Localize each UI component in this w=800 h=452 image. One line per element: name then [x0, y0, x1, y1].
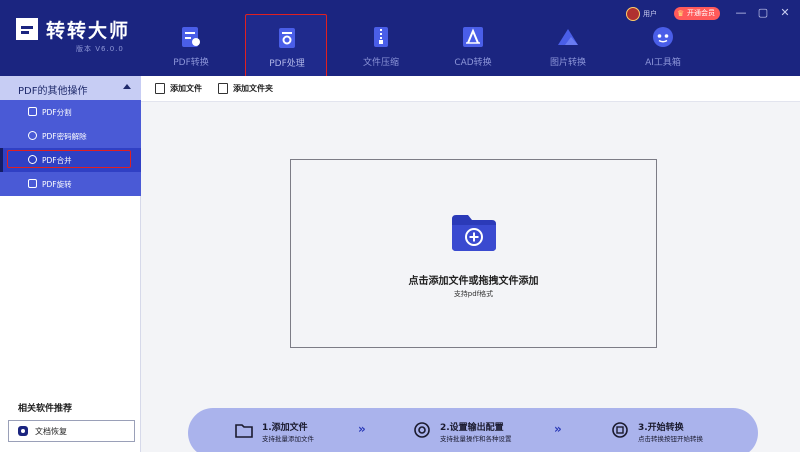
image-icon: [558, 29, 578, 45]
sidebar-section-label: PDF的其他操作: [18, 86, 88, 97]
user-name[interactable]: 用户: [643, 9, 657, 19]
sidebar-item-pdf-split[interactable]: PDF分割: [0, 100, 141, 124]
sidebar-item-pdf-rotate[interactable]: PDF旋转: [0, 172, 141, 196]
step-title: 2.设置输出配置: [440, 423, 504, 433]
chevron-double-right-icon: »: [554, 422, 562, 436]
sidebar-active-indicator: [0, 148, 3, 172]
add-file-label: 添加文件: [170, 84, 202, 93]
vip-badge[interactable]: 开通会员: [674, 7, 720, 20]
sidebar-item-label: PDF旋转: [42, 180, 72, 189]
sidebar-item-label: PDF密码解除: [42, 132, 87, 141]
close-button[interactable]: ✕: [777, 6, 793, 19]
folder-icon: [235, 424, 253, 438]
nav-label: CAD转换: [454, 58, 492, 68]
toolbar: 添加文件 添加文件夹: [141, 76, 800, 102]
nav-item-image-convert[interactable]: 图片转换: [527, 14, 609, 78]
related-software-title: 相关软件推荐: [18, 404, 73, 414]
cad-icon: [463, 27, 483, 47]
recovery-icon: [18, 426, 28, 436]
sidebar-list: PDF分割 PDF密码解除 PDF合并 PDF旋转: [0, 100, 141, 196]
nav-item-cad-convert[interactable]: CAD转换: [432, 14, 514, 78]
user-avatar[interactable]: [626, 7, 640, 21]
nav-label: AI工具箱: [645, 58, 681, 68]
nav-label: PDF处理: [269, 59, 305, 69]
sidebar-item-label: PDF分割: [42, 108, 72, 117]
nav-item-pdf-convert[interactable]: PDF转换: [150, 14, 232, 78]
convert-icon: [612, 422, 628, 438]
nav-item-file-compress[interactable]: 文件压缩: [340, 14, 422, 78]
ai-robot-icon: [653, 27, 673, 47]
step-desc: 支持批量操作和各种设置: [440, 435, 512, 443]
nav-label: 图片转换: [549, 58, 586, 68]
nav-label: PDF转换: [173, 58, 209, 68]
steps-bar: 1.添加文件 支持批量添加文件 » 2.设置输出配置 支持批量操作和各种设置 »…: [188, 408, 758, 452]
add-file-icon: [155, 83, 165, 94]
split-icon: [28, 107, 37, 116]
add-folder-label: 添加文件夹: [233, 84, 273, 93]
unlock-icon: [28, 131, 37, 140]
file-zip-icon: [374, 27, 388, 47]
app-header: 转转大师 版本 V6.0.0 PDF转换 PDF处理 文件压缩 CAD转换 图片…: [0, 0, 800, 78]
merge-icon: [28, 155, 37, 164]
chevron-up-icon: [123, 84, 131, 89]
folder-add-icon: [452, 215, 496, 251]
sidebar-item-label: PDF合并: [42, 156, 72, 165]
file-dropzone[interactable]: 点击添加文件或拖拽文件添加 支持pdf格式: [290, 159, 657, 348]
dropzone-main-text: 点击添加文件或拖拽文件添加: [408, 276, 539, 287]
step-desc: 点击转换按钮开始转换: [638, 435, 703, 443]
nav-item-pdf-process[interactable]: PDF处理: [245, 14, 327, 78]
chevron-double-right-icon: »: [358, 422, 366, 436]
add-folder-icon: [218, 83, 228, 94]
pdf-process-icon: [279, 28, 295, 48]
sidebar-section-header[interactable]: PDF的其他操作: [0, 76, 141, 100]
dropzone-sub-text: 支持pdf格式: [453, 290, 494, 298]
maximize-button[interactable]: ▢: [755, 6, 771, 19]
minimize-button[interactable]: —: [733, 6, 749, 19]
nav-label: 文件压缩: [362, 58, 399, 68]
app-title: 转转大师: [46, 20, 131, 42]
work-area: 点击添加文件或拖拽文件添加 支持pdf格式 1.添加文件 支持批量添加文件 » …: [141, 102, 800, 452]
sidebar-item-pdf-unlock[interactable]: PDF密码解除: [0, 124, 141, 148]
logo-mark-icon: [16, 18, 38, 40]
step-title: 1.添加文件: [262, 423, 308, 433]
document-recovery-label: 文档恢复: [35, 427, 67, 436]
settings-icon: [414, 422, 430, 438]
document-recovery-button[interactable]: 文档恢复: [8, 420, 135, 442]
rotate-icon: [28, 179, 37, 188]
file-convert-icon: [182, 27, 200, 47]
nav-item-ai-tools[interactable]: AI工具箱: [622, 14, 704, 78]
sidebar: PDF的其他操作 PDF分割 PDF密码解除 PDF合并 PDF旋转 相关软件推…: [0, 76, 141, 452]
sidebar-item-pdf-merge[interactable]: PDF合并: [0, 148, 141, 172]
step-desc: 支持批量添加文件: [262, 435, 314, 443]
step-title: 3.开始转换: [638, 423, 684, 433]
